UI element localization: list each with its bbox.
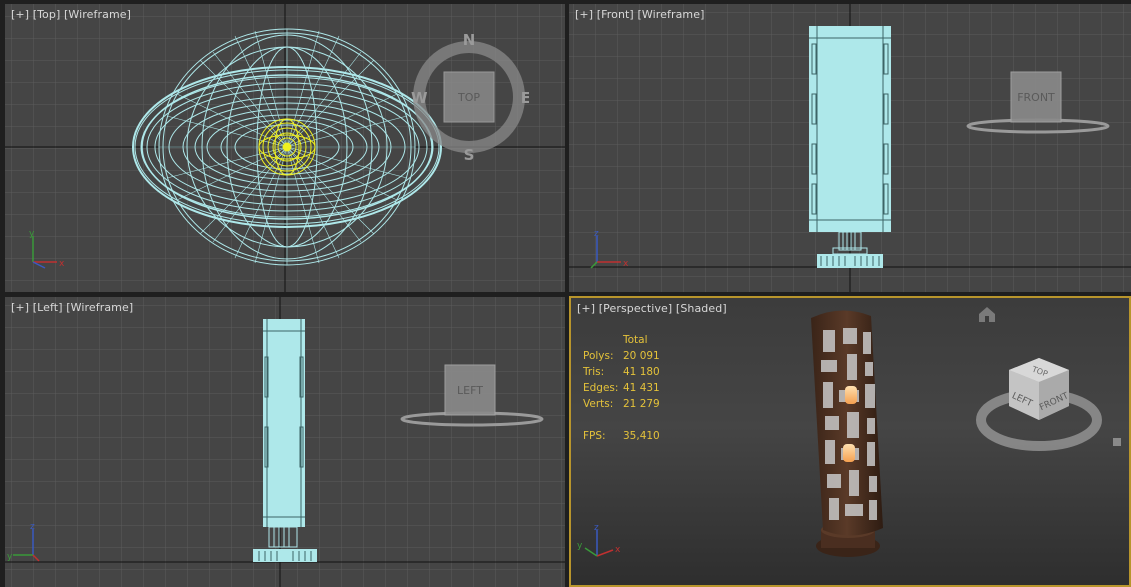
axis-x-label: x — [59, 259, 65, 269]
viewcube-left-face: LEFT — [457, 384, 483, 397]
axis-z-label: z — [30, 522, 35, 532]
viewport-perspective-pov[interactable]: [Perspective] — [599, 302, 673, 315]
stats-verts-value: 21 279 — [623, 398, 660, 410]
viewport-left[interactable]: z y LEFT [+] [Left] [Wireframe] — [5, 297, 565, 587]
viewport-perspective-menu[interactable]: [+] — [577, 302, 595, 315]
axis-x-label: x — [623, 259, 629, 269]
stats-fps-value: 35,410 — [623, 430, 660, 442]
stats-tris-value: 41 180 — [623, 366, 660, 378]
viewport-front-shading[interactable]: [Wireframe] — [637, 8, 704, 21]
viewport-front-label: [+] [Front] [Wireframe] — [575, 8, 704, 21]
light-bulb — [843, 444, 855, 462]
stats-edges-value: 41 431 — [623, 382, 660, 394]
front-view-canvas: z x — [569, 4, 1131, 292]
viewcube-top-face: TOP — [457, 91, 480, 104]
viewport-front[interactable]: z x FRONT [+] [Front] [Wireframe] — [569, 4, 1131, 292]
viewcube[interactable]: FRONT — [963, 68, 1113, 138]
stats-edges-label: Edges: — [583, 382, 619, 394]
axis-x-label: x — [615, 545, 621, 555]
axis-z-label: z — [594, 523, 599, 533]
lamp-front-wireframe[interactable] — [809, 26, 891, 268]
stats-polys-value: 20 091 — [623, 350, 660, 362]
viewport-perspective-label: [+] [Perspective] [Shaded] — [577, 302, 727, 315]
viewport-front-menu[interactable]: [+] — [575, 8, 593, 21]
viewport-top[interactable]: y x TOP N S E W [+] [Top] [Wireframe] — [5, 4, 565, 292]
axis-tripod: z x y — [577, 523, 621, 557]
viewport-left-shading[interactable]: [Wireframe] — [66, 301, 133, 314]
home-icon[interactable] — [979, 307, 995, 322]
viewport-front-pov[interactable]: [Front] — [597, 8, 634, 21]
stats-fps-label: FPS: — [583, 430, 606, 442]
viewport-left-label: [+] [Left] [Wireframe] — [11, 301, 133, 314]
viewport-perspective-shading[interactable]: [Shaded] — [676, 302, 727, 315]
axis-y-label: y — [577, 541, 583, 551]
viewcube-menu-icon[interactable] — [1113, 438, 1121, 446]
light-bulb — [845, 386, 857, 404]
axis-z-label: z — [594, 229, 599, 239]
statistics-overlay: Total Polys: 20 091 Tris: 41 180 Edges: 41 … — [583, 332, 660, 444]
viewport-left-menu[interactable]: [+] — [11, 301, 29, 314]
stats-header: Total — [623, 334, 648, 346]
viewcube-front-face: FRONT — [1017, 91, 1055, 104]
compass-north: N — [463, 34, 476, 49]
lamp-perspective-model[interactable] — [811, 310, 883, 557]
stats-polys-label: Polys: — [583, 350, 614, 362]
compass-east: E — [521, 89, 529, 107]
left-view-canvas: z y — [5, 297, 565, 587]
stats-tris-label: Tris: — [583, 366, 605, 378]
axis-y-label: y — [7, 552, 13, 562]
viewport-top-shading[interactable]: [Wireframe] — [64, 8, 131, 21]
compass-west: W — [411, 89, 428, 107]
compass-south: S — [464, 146, 475, 164]
viewcube[interactable]: LEFT — [397, 361, 547, 431]
viewport-top-label: [+] [Top] [Wireframe] — [11, 8, 131, 21]
viewport-left-pov[interactable]: [Left] — [33, 301, 63, 314]
viewcube[interactable]: TOP N S E W — [409, 34, 529, 164]
viewport-top-pov[interactable]: [Top] — [33, 8, 61, 21]
viewport-perspective[interactable]: z x y TOP LEFT FRONT [+] [Perspective] [… — [569, 296, 1131, 587]
viewport-top-menu[interactable]: [+] — [11, 8, 29, 21]
stats-verts-label: Verts: — [583, 398, 614, 410]
axis-y-label: y — [29, 229, 35, 239]
viewcube[interactable]: TOP LEFT FRONT — [971, 348, 1111, 458]
